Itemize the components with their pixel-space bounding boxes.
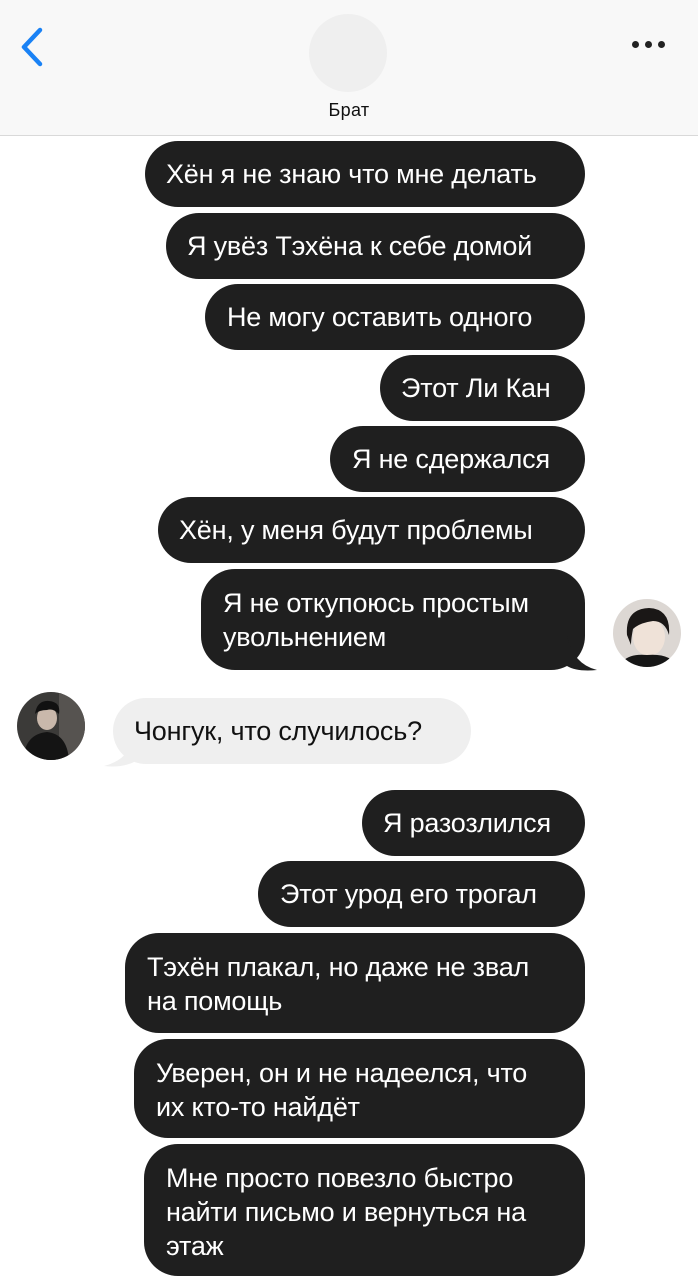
message-bubble-outgoing[interactable]: Уверен, он и не надеелся, что их кто-то … [134, 1039, 585, 1138]
message-bubble-incoming[interactable]: Чонгук, что случилось? [113, 698, 471, 764]
chevron-left-icon [21, 27, 43, 67]
message-bubble-outgoing[interactable]: Не могу оставить одного [205, 284, 585, 350]
person-photo [613, 599, 681, 667]
contact-avatar-small[interactable] [17, 692, 85, 760]
more-options-button[interactable] [628, 30, 670, 60]
chat-header: Брат [0, 0, 698, 136]
message-bubble-outgoing[interactable]: Я не откупоюсь простым увольнением [201, 569, 585, 670]
message-bubble-outgoing[interactable]: Тэхён плакал, но даже не звал на помощь [125, 933, 585, 1033]
person-photo [17, 692, 85, 760]
message-bubble-outgoing[interactable]: Мне просто повезло быстро найти письмо и… [144, 1144, 585, 1276]
my-avatar[interactable] [613, 599, 681, 667]
more-horizontal-icon [632, 41, 639, 48]
message-bubble-outgoing[interactable]: Я увёз Тэхёна к себе домой [166, 213, 585, 279]
contact-avatar[interactable] [309, 14, 387, 92]
message-bubble-outgoing[interactable]: Этот урод его трогал [258, 861, 585, 927]
message-bubble-outgoing[interactable]: Хён, у меня будут проблемы [158, 497, 585, 563]
message-bubble-outgoing[interactable]: Этот Ли Кан [380, 355, 585, 421]
contact-name[interactable]: Брат [0, 100, 698, 121]
message-bubble-outgoing[interactable]: Я разозлился [362, 790, 585, 856]
back-button[interactable] [14, 26, 54, 68]
bubble-tail [104, 738, 134, 767]
message-bubble-outgoing[interactable]: Я не сдержался [330, 426, 585, 492]
message-bubble-outgoing[interactable]: Хён я не знаю что мне делать [145, 141, 585, 207]
bubble-tail [567, 636, 597, 671]
